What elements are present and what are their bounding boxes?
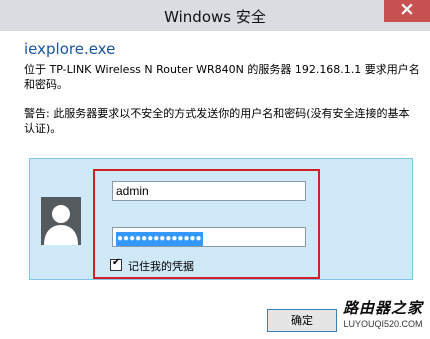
watermark-logo: 路由器之家 LUYOUQI520.COM	[338, 297, 428, 329]
remember-checkbox[interactable]	[110, 257, 122, 271]
user-avatar-icon	[41, 197, 81, 245]
watermark-text: 路由器之家	[342, 299, 423, 317]
close-button[interactable]	[384, 0, 430, 22]
security-warning: 警告: 此服务器要求以不安全的方式发送你的用户名和密码(没有安全连接的基本认证)…	[24, 107, 410, 135]
ok-button[interactable]: 确定	[267, 309, 337, 332]
window-title: Windows 安全	[164, 8, 266, 26]
app-name: iexplore.exe	[24, 40, 116, 58]
username-input[interactable]: admin	[112, 181, 306, 201]
credential-dialog: Windows 安全 iexplore.exe 位于 TP-LINK Wirel…	[0, 0, 430, 339]
credential-tile: admin ●●●●●●●●●●●●●● 记住我的凭据	[29, 158, 413, 280]
watermark-url: LUYOUQI520.COM	[343, 319, 423, 329]
title-bar: Windows 安全	[0, 0, 430, 31]
password-input[interactable]: ●●●●●●●●●●●●●●	[112, 227, 306, 247]
password-mask: ●●●●●●●●●●●●●●	[116, 232, 203, 246]
remember-label: 记住我的凭据	[128, 260, 194, 273]
server-message: 位于 TP-LINK Wireless N Router WR840N 的服务器…	[24, 63, 420, 91]
